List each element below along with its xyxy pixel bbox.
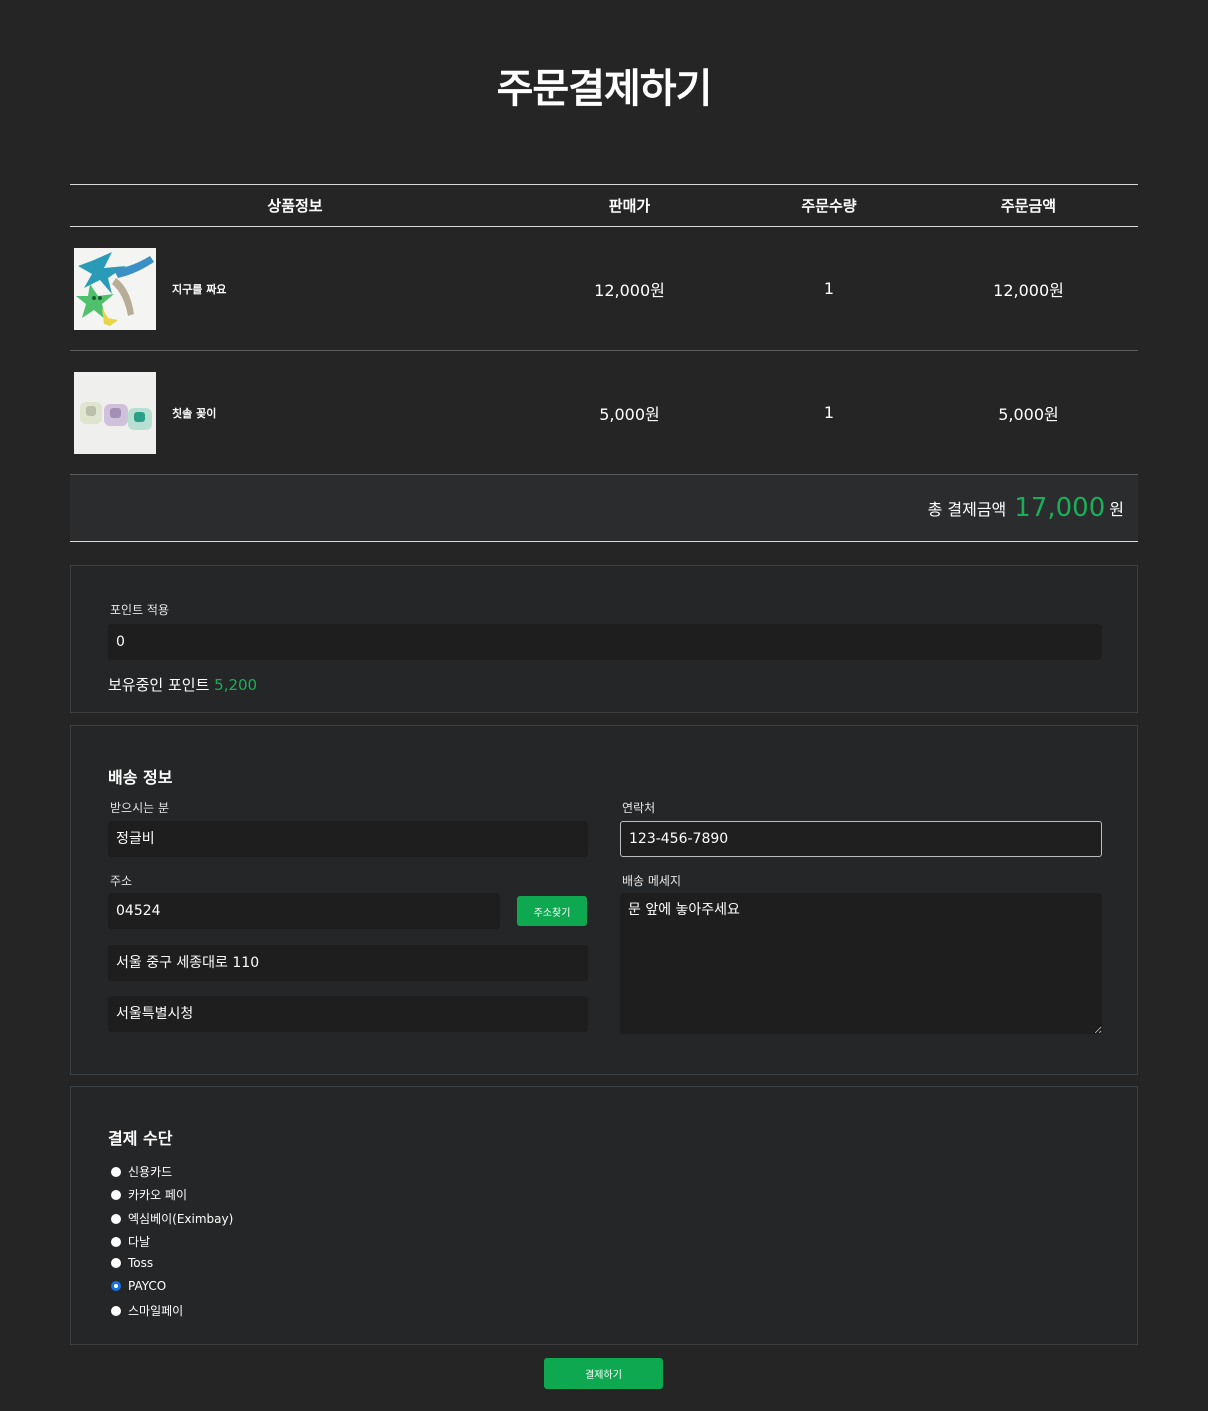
radio-button[interactable] <box>111 1189 121 1200</box>
owned-points-label: 보유중인 포인트 <box>108 676 210 694</box>
submit-payment-button[interactable]: 결제하기 <box>544 1358 663 1389</box>
payment-option-label: 카카오 페이 <box>128 1188 188 1202</box>
payment-option-label: Toss <box>128 1256 154 1270</box>
header-quantity: 주문수량 <box>801 197 857 215</box>
product-name[interactable]: 칫솔 꽂이 <box>172 405 216 421</box>
payment-option-credit-card[interactable]: 신용카드 <box>111 1163 172 1180</box>
total-amount: 17,000 <box>1014 493 1106 523</box>
payment-title: 결제 수단 <box>108 1129 173 1148</box>
owned-points-value: 5,200 <box>214 676 258 694</box>
find-address-button[interactable]: 주소찾기 <box>517 896 587 926</box>
product-amount: 12,000원 <box>993 280 1064 300</box>
payment-panel: 결제 수단 신용카드 카카오 페이 엑심베이(Eximbay) 다날 Toss … <box>70 1086 1138 1345</box>
payment-option-danal[interactable]: 다날 <box>111 1233 150 1250</box>
product-price: 12,000원 <box>594 280 665 300</box>
address-line1-input[interactable] <box>108 945 588 981</box>
message-textarea[interactable]: 문 앞에 놓아주세요 <box>620 893 1102 1034</box>
radio-button[interactable] <box>111 1236 121 1247</box>
payment-option-kakaopay[interactable]: 카카오 페이 <box>111 1186 187 1203</box>
payment-option-eximbay[interactable]: 엑심베이(Eximbay) <box>111 1210 233 1227</box>
radio-button[interactable] <box>111 1166 121 1177</box>
product-image[interactable] <box>74 247 156 330</box>
total-label: 총 결제금액 <box>927 500 1007 519</box>
radio-button-selected[interactable] <box>111 1281 121 1291</box>
recipient-label: 받으시는 분 <box>110 801 170 815</box>
owned-points: 보유중인 포인트 5,200 <box>108 674 257 695</box>
payment-option-payco[interactable]: PAYCO <box>111 1279 166 1293</box>
table-row: 칫솔 꽂이 5,000원 1 5,000원 <box>70 351 1138 475</box>
header-product-info: 상품정보 <box>267 197 323 215</box>
payment-option-label: 신용카드 <box>128 1165 173 1179</box>
product-image[interactable] <box>74 371 156 454</box>
product-price: 5,000원 <box>599 404 660 424</box>
payment-option-label: PAYCO <box>128 1279 167 1293</box>
payment-option-smilepay[interactable]: 스마일페이 <box>111 1302 183 1319</box>
payment-option-toss[interactable]: Toss <box>111 1256 153 1270</box>
payment-option-label: 다날 <box>128 1235 151 1249</box>
product-quantity: 1 <box>823 403 835 422</box>
address-label: 주소 <box>110 874 133 888</box>
radio-button[interactable] <box>111 1258 121 1268</box>
points-label: 포인트 적용 <box>110 603 170 617</box>
payment-option-label: 엑심베이(Eximbay) <box>128 1212 234 1226</box>
recipient-input[interactable] <box>108 821 588 857</box>
product-name[interactable]: 지구를 짜요 <box>172 281 226 297</box>
phone-input[interactable] <box>620 821 1102 857</box>
header-amount: 주문금액 <box>1000 197 1057 215</box>
header-price: 판매가 <box>608 197 651 215</box>
address-line2-input[interactable] <box>108 996 588 1032</box>
page-title: 주문결제하기 <box>496 66 713 112</box>
points-panel: 포인트 적용 보유중인 포인트 5,200 <box>70 565 1138 713</box>
order-table: 상품정보 판매가 주문수량 주문금액 지구를 짜요 12,000원 1 12,0… <box>70 184 1138 542</box>
shipping-panel: 배송 정보 받으시는 분 연락처 주소 주소찾기 배송 메세지 문 앞에 놓아주… <box>70 725 1138 1075</box>
total-unit: 원 <box>1109 500 1124 519</box>
shipping-title: 배송 정보 <box>108 768 173 787</box>
payment-option-label: 스마일페이 <box>128 1304 184 1318</box>
radio-button[interactable] <box>111 1213 121 1224</box>
total-payment-bar: 총 결제금액 17,000 원 <box>70 475 1138 542</box>
table-header: 상품정보 판매가 주문수량 주문금액 <box>70 184 1138 227</box>
message-label: 배송 메세지 <box>622 874 682 888</box>
radio-button[interactable] <box>111 1305 121 1316</box>
table-row: 지구를 짜요 12,000원 1 12,000원 <box>70 227 1138 351</box>
phone-label: 연락처 <box>622 801 656 815</box>
points-input[interactable] <box>108 624 1102 660</box>
zipcode-input[interactable] <box>108 893 500 929</box>
product-quantity: 1 <box>823 279 835 298</box>
product-amount: 5,000원 <box>998 404 1059 424</box>
